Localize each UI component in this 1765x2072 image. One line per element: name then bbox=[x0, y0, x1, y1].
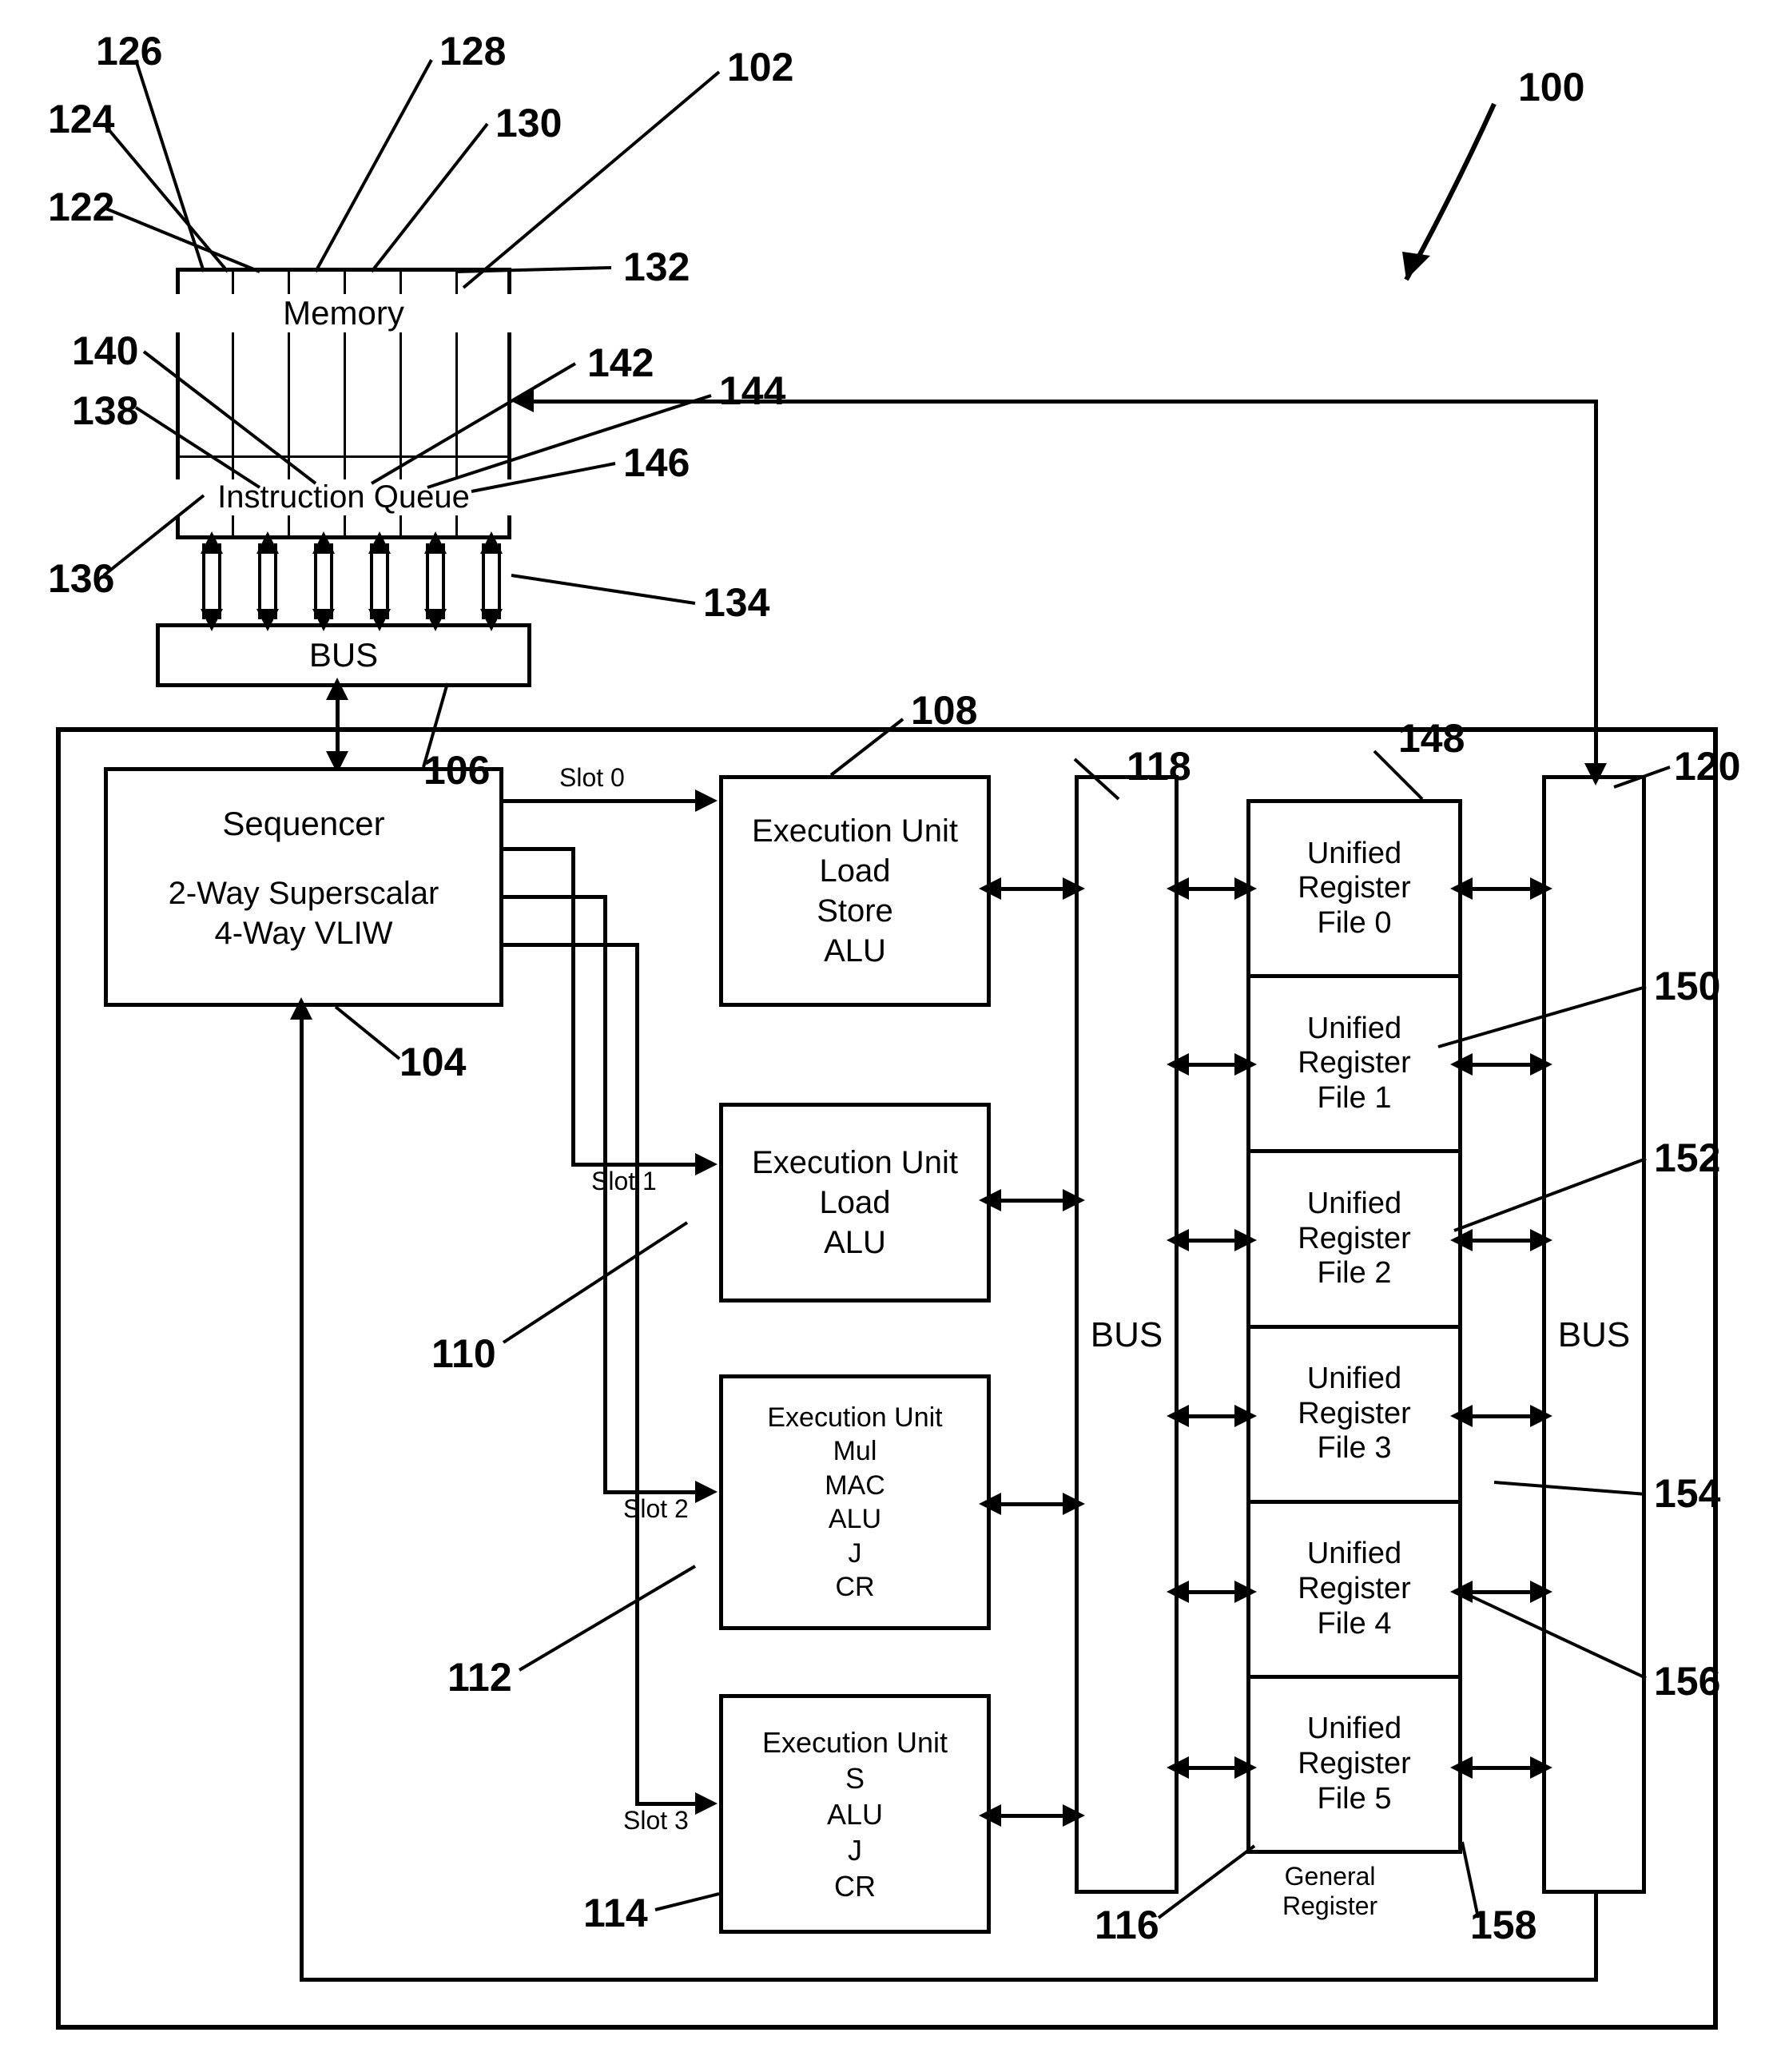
reg-file-4: UnifiedRegisterFile 4 bbox=[1250, 1500, 1458, 1675]
exec1-title: Execution Unit bbox=[752, 1143, 958, 1183]
ref-112: 112 bbox=[447, 1654, 512, 1700]
ref-108: 108 bbox=[911, 687, 977, 734]
ref-138: 138 bbox=[72, 388, 138, 434]
bus-top-label: BUS bbox=[309, 634, 378, 677]
bus-mid: BUS bbox=[1075, 775, 1179, 1894]
ref-120: 120 bbox=[1674, 743, 1740, 789]
ref-128: 128 bbox=[439, 28, 506, 74]
bus-mid-label: BUS bbox=[1091, 1313, 1163, 1357]
ref-124: 124 bbox=[48, 96, 114, 142]
exec3-l3: J bbox=[848, 1832, 862, 1868]
reg-file-0: UnifiedRegisterFile 0 bbox=[1250, 803, 1458, 974]
ref-122: 122 bbox=[48, 184, 114, 230]
exec3-title: Execution Unit bbox=[762, 1724, 948, 1760]
ref-150: 150 bbox=[1654, 963, 1720, 1009]
exec-unit-0: Execution Unit Load Store ALU bbox=[719, 775, 991, 1007]
exec2-l1: Mul bbox=[833, 1434, 877, 1469]
exec0-l1: Load bbox=[820, 851, 891, 891]
exec-unit-2: Execution Unit Mul MAC ALU J CR bbox=[719, 1374, 991, 1630]
ref-130: 130 bbox=[495, 100, 562, 146]
sequencer-title: Sequencer bbox=[222, 803, 384, 845]
ref-152: 152 bbox=[1654, 1135, 1720, 1181]
exec2-title: Execution Unit bbox=[767, 1401, 942, 1435]
bus-right-label: BUS bbox=[1558, 1313, 1630, 1357]
general-register-label: General Register bbox=[1282, 1862, 1377, 1921]
exec2-l2: MAC bbox=[825, 1469, 885, 1503]
exec1-l2: ALU bbox=[824, 1223, 886, 1263]
diagram-canvas: 100 Memory Instruction Queue BUS Sequenc… bbox=[0, 0, 1765, 2072]
ref-118: 118 bbox=[1127, 743, 1191, 789]
ref-100: 100 bbox=[1518, 64, 1584, 110]
exec0-l2: Store bbox=[817, 891, 893, 931]
ref-142: 142 bbox=[587, 340, 654, 386]
slot3-label: Slot 3 bbox=[623, 1806, 689, 1835]
reg-file-5: UnifiedRegisterFile 5 bbox=[1250, 1675, 1458, 1850]
slot1-label: Slot 1 bbox=[591, 1167, 657, 1196]
ref-154: 154 bbox=[1654, 1470, 1720, 1517]
reg-file-3: UnifiedRegisterFile 3 bbox=[1250, 1325, 1458, 1500]
exec3-l2: ALU bbox=[827, 1796, 883, 1832]
ref-144: 144 bbox=[719, 368, 785, 414]
exec1-l1: Load bbox=[820, 1183, 891, 1223]
exec-unit-3: Execution Unit S ALU J CR bbox=[719, 1694, 991, 1934]
exec2-l4: J bbox=[849, 1537, 862, 1571]
exec2-l5: CR bbox=[835, 1570, 874, 1605]
ref-158: 158 bbox=[1470, 1902, 1536, 1948]
reg-file-1: UnifiedRegisterFile 1 bbox=[1250, 974, 1458, 1149]
memory-title: Memory bbox=[176, 294, 511, 332]
exec3-l1: S bbox=[845, 1760, 865, 1796]
exec0-title: Execution Unit bbox=[752, 811, 958, 851]
ref-140: 140 bbox=[72, 328, 138, 374]
slot0-label: Slot 0 bbox=[559, 763, 625, 793]
ref-110: 110 bbox=[431, 1330, 496, 1377]
register-stack: UnifiedRegisterFile 0 UnifiedRegisterFil… bbox=[1246, 799, 1462, 1854]
exec3-l4: CR bbox=[834, 1868, 876, 1904]
ref-114: 114 bbox=[583, 1890, 648, 1936]
exec0-l3: ALU bbox=[824, 931, 886, 971]
reg-file-2: UnifiedRegisterFile 2 bbox=[1250, 1149, 1458, 1324]
instruction-queue-label: Instruction Queue bbox=[176, 479, 511, 515]
ref-134: 134 bbox=[703, 579, 769, 626]
ref-146: 146 bbox=[623, 439, 690, 486]
ref-116: 116 bbox=[1095, 1902, 1159, 1948]
ref-136: 136 bbox=[48, 555, 114, 602]
ref-104: 104 bbox=[400, 1039, 466, 1085]
ref-126: 126 bbox=[96, 28, 162, 74]
ref-132: 132 bbox=[623, 244, 690, 290]
ref-156: 156 bbox=[1654, 1658, 1720, 1704]
slot2-label: Slot 2 bbox=[623, 1494, 689, 1524]
ref-106: 106 bbox=[423, 747, 490, 793]
ref-102: 102 bbox=[727, 44, 793, 90]
bus-right: BUS bbox=[1542, 775, 1646, 1894]
exec2-l3: ALU bbox=[829, 1502, 881, 1537]
exec-unit-1: Execution Unit Load ALU bbox=[719, 1103, 991, 1302]
sequencer-line1: 2-Way Superscalar bbox=[169, 873, 439, 913]
ref-148: 148 bbox=[1398, 715, 1465, 762]
sequencer-line2: 4-Way VLIW bbox=[215, 913, 393, 953]
sequencer: Sequencer 2-Way Superscalar 4-Way VLIW bbox=[104, 767, 503, 1007]
